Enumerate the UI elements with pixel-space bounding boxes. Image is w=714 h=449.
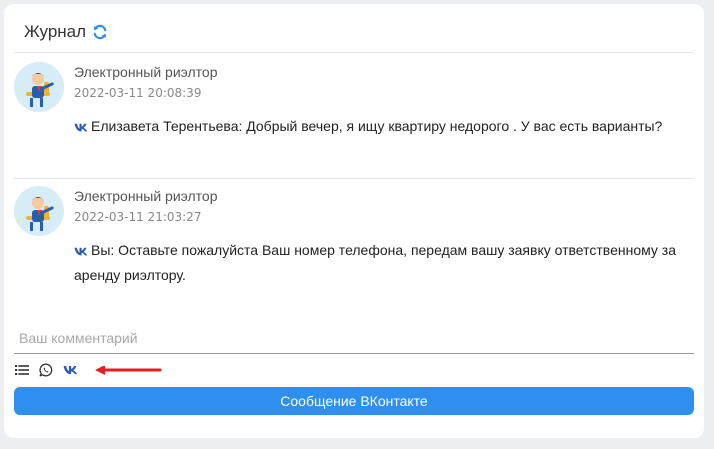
divider [14,52,694,53]
entry-timestamp: 2022-03-11 20:08:39 [74,86,202,100]
refresh-icon[interactable] [92,24,108,40]
journal-panel: Журнал Электронный риэлтор 2022-03-11 20… [4,4,704,438]
divider [14,178,694,179]
red-arrow-icon [95,366,162,375]
avatar [14,186,64,236]
avatar [14,62,64,112]
comment-input[interactable] [14,322,694,354]
entry-author: Электронный риэлтор [74,188,218,204]
entry-message: Елизавета Терентьева: Добрый вечер, я ищ… [74,114,684,139]
journal-title: Журнал [24,22,87,41]
vk-icon[interactable] [62,362,78,378]
entry-message-text: Елизавета Терентьева: Добрый вечер, я ищ… [91,118,663,134]
vk-icon [74,239,88,263]
send-vk-message-button[interactable]: Сообщение ВКонтакте [14,387,694,415]
entry-timestamp: 2022-03-11 21:03:27 [74,210,202,224]
whatsapp-icon[interactable] [38,362,54,378]
composer-toolbar [14,362,86,378]
entry-message: Вы: Оставьте пожалуйста Ваш номер телефо… [74,238,684,287]
journal-header: Журнал [24,22,108,42]
journal-entry: Электронный риэлтор 2022-03-11 20:08:39 … [14,62,694,172]
entry-author: Электронный риэлтор [74,64,218,80]
journal-entry: Электронный риэлтор 2022-03-11 21:03:27 … [14,186,694,296]
vk-icon [74,115,88,139]
entry-message-text: Вы: Оставьте пожалуйста Ваш номер телефо… [74,242,676,283]
list-icon[interactable] [14,362,30,378]
